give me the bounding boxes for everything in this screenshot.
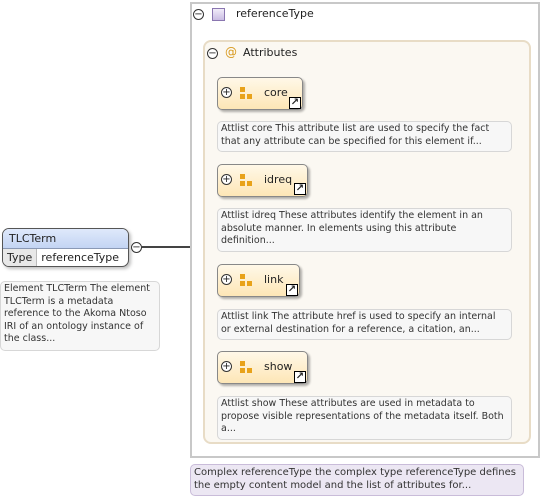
idreq-expand-toggle[interactable]: + xyxy=(221,174,232,185)
complex-type-documentation: Complex referenceType the complex type r… xyxy=(190,464,524,496)
element-box[interactable]: TLCTerm Type referenceType xyxy=(2,228,129,267)
attribute-group-icon xyxy=(240,361,252,373)
link-label: link xyxy=(264,273,284,286)
type-value: referenceType xyxy=(41,251,120,264)
external-link-icon[interactable]: ↗ xyxy=(289,97,301,109)
type-key: Type xyxy=(3,249,38,266)
attributes-collapse-toggle[interactable]: − xyxy=(207,48,218,59)
complex-type-name: referenceType xyxy=(236,7,314,20)
show-expand-toggle[interactable]: + xyxy=(221,361,232,372)
element-documentation: Element TLCTerm The element TLCTerm is a… xyxy=(0,281,160,351)
show-documentation: Attlist show These attributes are used i… xyxy=(217,396,512,440)
external-link-icon[interactable]: ↗ xyxy=(294,371,306,383)
core-expand-toggle[interactable]: + xyxy=(221,87,232,98)
external-link-icon[interactable]: ↗ xyxy=(294,183,306,195)
complex-type-collapse-toggle[interactable]: − xyxy=(193,9,204,20)
attributes-title: Attributes xyxy=(243,46,298,59)
idreq-documentation: Attlist idreq These attributes identify … xyxy=(217,208,512,252)
complex-type-icon xyxy=(212,8,225,21)
core-label: core xyxy=(264,86,288,99)
element-collapse-toggle[interactable]: − xyxy=(131,242,142,253)
external-link-icon[interactable]: ↗ xyxy=(286,284,298,296)
connector-line xyxy=(142,246,190,248)
link-documentation: Attlist link The attribute href is used … xyxy=(217,309,512,340)
attribute-group-icon xyxy=(240,174,252,186)
at-icon: @ xyxy=(225,45,237,59)
idreq-label: idreq xyxy=(264,173,293,186)
show-label: show xyxy=(264,360,293,373)
core-documentation: Attlist core This attribute list are use… xyxy=(217,121,512,152)
attribute-group-icon xyxy=(240,274,252,286)
link-expand-toggle[interactable]: + xyxy=(221,274,232,285)
element-name: TLCTerm xyxy=(3,229,128,249)
attribute-group-icon xyxy=(240,87,252,99)
